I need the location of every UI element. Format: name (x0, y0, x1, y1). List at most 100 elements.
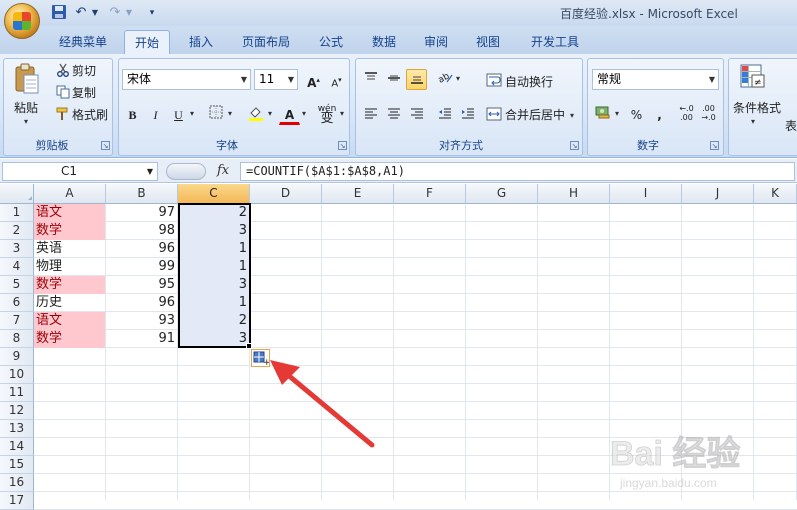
tab-developer[interactable]: 开发工具 (520, 30, 590, 54)
office-button[interactable] (4, 3, 40, 39)
comma-button[interactable]: , (649, 104, 670, 125)
orientation-dropdown-icon[interactable]: ▾ (456, 74, 460, 83)
cell-b[interactable]: 93 (106, 312, 178, 330)
name-box[interactable]: C1 ▼ (2, 162, 158, 181)
formula-input[interactable]: =COUNTIF($A$1:$A$8,A1) (240, 162, 795, 181)
row-header[interactable]: 11 (0, 384, 34, 402)
tab-home[interactable]: 开始 (124, 30, 170, 54)
tab-data[interactable]: 数据 (363, 30, 405, 54)
column-header-c[interactable]: C (178, 184, 250, 204)
increase-decimal-button[interactable]: ←.0.00 (676, 103, 697, 124)
column-header-g[interactable]: G (466, 184, 538, 204)
undo-icon[interactable]: ↶ (72, 4, 90, 22)
row-header[interactable]: 12 (0, 402, 34, 420)
paste-icon[interactable] (14, 63, 40, 95)
align-middle-icon[interactable] (383, 69, 404, 90)
cell-b[interactable]: 95 (106, 276, 178, 294)
phonetic-dropdown-icon[interactable]: ▾ (340, 109, 344, 118)
row-header[interactable]: 13 (0, 420, 34, 438)
copy-button[interactable]: 复制 (72, 84, 96, 101)
tab-view[interactable]: 视图 (467, 30, 509, 54)
font-launcher-icon[interactable]: ↘ (338, 141, 347, 150)
bold-button[interactable]: B (122, 104, 143, 125)
phonetic-guide-button[interactable]: wén 变 (314, 103, 340, 125)
align-right-icon[interactable] (406, 104, 427, 125)
select-all-corner[interactable] (0, 184, 34, 204)
column-header-d[interactable]: D (250, 184, 322, 204)
row-header[interactable]: 16 (0, 474, 34, 492)
orientation-icon[interactable]: ab (434, 69, 455, 90)
cut-button[interactable]: 剪切 (72, 62, 96, 79)
column-header-e[interactable]: E (322, 184, 394, 204)
cell-b[interactable]: 91 (106, 330, 178, 348)
align-top-icon[interactable] (360, 69, 381, 90)
customize-qat-icon[interactable]: ▾ (146, 4, 158, 22)
redo-icon[interactable]: ↷ (106, 4, 124, 22)
font-name-select[interactable]: 宋体 ▼ (122, 69, 251, 90)
column-header-i[interactable]: I (610, 184, 682, 204)
insert-function-button[interactable]: fx (217, 163, 229, 178)
decrease-decimal-button[interactable]: .00 →.0 (698, 103, 719, 124)
currency-dropdown-icon[interactable]: ▾ (615, 109, 619, 118)
column-header-f[interactable]: F (394, 184, 466, 204)
undo-dropdown-icon[interactable]: ▼ (90, 4, 100, 22)
row-header[interactable]: 17 (0, 492, 34, 510)
column-header-a[interactable]: A (34, 184, 106, 204)
cell-b[interactable]: 99 (106, 258, 178, 276)
save-icon[interactable] (50, 4, 68, 22)
grow-font-button[interactable]: A▴ (303, 69, 324, 90)
shrink-font-button[interactable]: A▾ (326, 69, 347, 90)
row-header[interactable]: 5 (0, 276, 34, 294)
row-header[interactable]: 7 (0, 312, 34, 330)
cell-b[interactable]: 96 (106, 294, 178, 312)
row-header[interactable]: 8 (0, 330, 34, 348)
row-header[interactable]: 3 (0, 240, 34, 258)
fill-color-icon[interactable] (245, 104, 266, 125)
row-header[interactable]: 6 (0, 294, 34, 312)
cell-a[interactable]: 语文 (34, 312, 105, 330)
name-box-dropdown-icon[interactable]: ▼ (147, 163, 153, 180)
clipboard-launcher-icon[interactable]: ↘ (101, 141, 110, 150)
paste-dropdown-icon[interactable]: ▾ (24, 117, 28, 126)
borders-dropdown-icon[interactable]: ▾ (228, 109, 232, 118)
cell-a[interactable]: 数学 (34, 330, 105, 348)
cell-a[interactable]: 语文 (34, 204, 105, 222)
increase-indent-icon[interactable] (457, 104, 478, 125)
format-as-table-button[interactable]: 表 (785, 117, 797, 134)
conditional-format-dropdown-icon[interactable]: ▾ (751, 117, 755, 126)
number-format-select[interactable]: 常规 ▼ (592, 69, 719, 90)
align-left-icon[interactable] (360, 104, 381, 125)
tab-formulas[interactable]: 公式 (310, 30, 352, 54)
column-header-j[interactable]: J (682, 184, 754, 204)
row-header[interactable]: 14 (0, 438, 34, 456)
cell-a[interactable]: 数学 (34, 222, 105, 240)
percent-button[interactable]: % (626, 104, 647, 125)
currency-icon[interactable] (592, 104, 613, 125)
merge-dropdown-icon[interactable]: ▾ (570, 111, 574, 120)
align-bottom-icon[interactable] (406, 69, 427, 90)
cell-b[interactable]: 97 (106, 204, 178, 222)
number-launcher-icon[interactable]: ↘ (710, 141, 719, 150)
redo-dropdown-icon[interactable]: ▼ (124, 4, 134, 22)
formula-bar-splitter[interactable] (166, 163, 206, 180)
column-header-b[interactable]: B (106, 184, 178, 204)
cell-b[interactable]: 96 (106, 240, 178, 258)
tab-insert[interactable]: 插入 (180, 30, 222, 54)
paste-button[interactable]: 粘贴 (14, 99, 38, 116)
borders-icon[interactable] (205, 104, 226, 125)
font-size-select[interactable]: 11 ▼ (254, 69, 298, 90)
underline-button[interactable]: U (168, 104, 189, 125)
fill-color-dropdown-icon[interactable]: ▾ (268, 109, 272, 118)
tab-page-layout[interactable]: 页面布局 (234, 30, 298, 54)
decrease-indent-icon[interactable] (434, 104, 455, 125)
column-header-h[interactable]: H (538, 184, 610, 204)
tab-review[interactable]: 审阅 (415, 30, 457, 54)
merge-center-button[interactable]: 合并后居中 (505, 106, 565, 123)
underline-dropdown-icon[interactable]: ▾ (190, 109, 194, 118)
font-color-dropdown-icon[interactable]: ▾ (302, 109, 306, 118)
row-header[interactable]: 2 (0, 222, 34, 240)
conditional-format-icon[interactable]: ≠ (739, 63, 767, 93)
italic-button[interactable]: I (145, 104, 166, 125)
cell-a[interactable]: 历史 (34, 294, 105, 312)
tab-classic-menu[interactable]: 经典菜单 (50, 30, 116, 54)
